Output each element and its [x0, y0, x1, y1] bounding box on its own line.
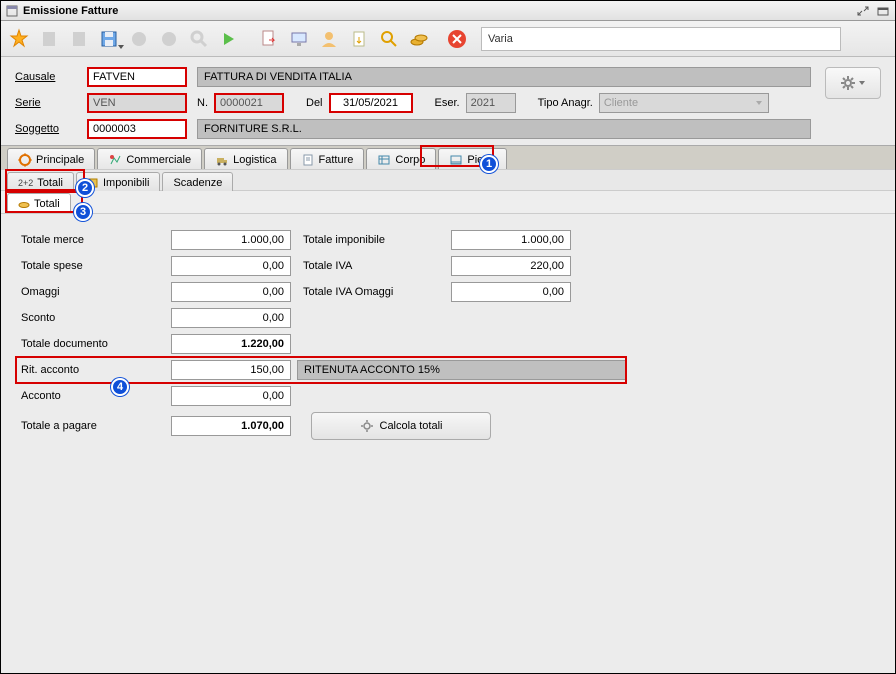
- sconto-label: Sconto: [21, 312, 171, 324]
- tab-principale[interactable]: Principale: [7, 148, 95, 170]
- tabs-main: Principale Commerciale Logistica Fatture…: [1, 145, 895, 169]
- callout-4: 4: [111, 378, 129, 396]
- soggetto-label: Soggetto: [15, 123, 87, 135]
- acconto-label: Acconto: [21, 390, 171, 402]
- tab-commerciale[interactable]: Commerciale: [97, 148, 202, 170]
- subsubtab-totali[interactable]: Totali: [7, 193, 71, 213]
- totale-merce-label: Totale merce: [21, 234, 171, 246]
- totals-panel: Totale merce 1.000,00 Totale imponibile …: [1, 213, 895, 673]
- callout-2: 2: [76, 179, 94, 197]
- totale-iva-value: 220,00: [451, 256, 571, 276]
- tb-icon-5: [125, 25, 153, 53]
- rit-acconto-desc: RITENUTA ACCONTO 15%: [297, 360, 627, 380]
- totale-imponibile-label: Totale imponibile: [291, 234, 451, 246]
- tab-corpo[interactable]: Corpo: [366, 148, 436, 170]
- callout-1: 1: [480, 155, 498, 173]
- causale-desc: FATTURA DI VENDITA ITALIA: [197, 67, 811, 87]
- causale-input[interactable]: FATVEN: [87, 67, 187, 87]
- tabs-subsub: Totali: [1, 191, 895, 213]
- totale-documento-label: Totale documento: [21, 338, 171, 350]
- gear-icon: [360, 419, 374, 433]
- totale-spese-value: 0,00: [171, 256, 291, 276]
- numero-label: N.: [197, 97, 208, 109]
- totale-pagare-label: Totale a pagare: [21, 420, 171, 432]
- numero-input[interactable]: 0000021: [214, 93, 284, 113]
- totale-spese-label: Totale spese: [21, 260, 171, 272]
- rit-acconto-value: 150,00: [171, 360, 291, 380]
- tab-fatture[interactable]: Fatture: [290, 148, 365, 170]
- serie-input[interactable]: VEN: [87, 93, 187, 113]
- close-icon[interactable]: [443, 25, 471, 53]
- window-restore-icon[interactable]: [855, 4, 871, 18]
- eser-input: 2021: [466, 93, 516, 113]
- totale-imponibile-value: 1.000,00: [451, 230, 571, 250]
- tipoanagr-select: Cliente: [599, 93, 769, 113]
- save-icon[interactable]: [95, 25, 123, 53]
- acconto-value[interactable]: 0,00: [171, 386, 291, 406]
- omaggi-value: 0,00: [171, 282, 291, 302]
- totale-pagare-value: 1.070,00: [171, 416, 291, 436]
- rit-acconto-label: Rit. acconto: [21, 364, 171, 376]
- subtab-scadenze[interactable]: Scadenze: [162, 172, 233, 192]
- doc-arrow-icon[interactable]: [345, 25, 373, 53]
- tb-icon-7: [185, 25, 213, 53]
- forward-icon[interactable]: [215, 25, 243, 53]
- titlebar: Emissione Fatture: [1, 1, 895, 21]
- totale-merce-value: 1.000,00: [171, 230, 291, 250]
- tab-logistica[interactable]: Logistica: [204, 148, 287, 170]
- window-maximize-icon[interactable]: [875, 4, 891, 18]
- user-icon[interactable]: [315, 25, 343, 53]
- coins-icon[interactable]: [405, 25, 433, 53]
- callout-3: 3: [74, 203, 92, 221]
- header-form: Causale FATVEN FATTURA DI VENDITA ITALIA…: [1, 57, 895, 145]
- serie-label: Serie: [15, 97, 87, 109]
- calcola-totali-button[interactable]: Calcola totali: [311, 412, 491, 440]
- mode-combo-value: Varia: [488, 33, 513, 45]
- totale-iva-label: Totale IVA: [291, 260, 451, 272]
- tb-icon-3: [65, 25, 93, 53]
- totale-iva-omaggi-label: Totale IVA Omaggi: [291, 286, 451, 298]
- soggetto-input[interactable]: 0000003: [87, 119, 187, 139]
- tipoanagr-label: Tipo Anagr.: [538, 97, 593, 109]
- soggetto-desc: FORNITURE S.R.L.: [197, 119, 811, 139]
- eser-label: Eser.: [435, 97, 460, 109]
- del-label: Del: [306, 97, 323, 109]
- sconto-value: 0,00: [171, 308, 291, 328]
- totale-documento-value: 1.220,00: [171, 334, 291, 354]
- totale-iva-omaggi-value: 0,00: [451, 282, 571, 302]
- options-gear-button[interactable]: [825, 67, 881, 99]
- window-menu-icon[interactable]: [5, 4, 19, 18]
- mode-combo[interactable]: Varia: [481, 27, 841, 51]
- tb-icon-2: [35, 25, 63, 53]
- wizard-star-icon[interactable]: [5, 25, 33, 53]
- tb-icon-6: [155, 25, 183, 53]
- omaggi-label: Omaggi: [21, 286, 171, 298]
- window-title: Emissione Fatture: [23, 5, 118, 17]
- tabs-sub: 2+2 Totali Imponibili Scadenze: [1, 169, 895, 191]
- del-input[interactable]: 31/05/2021: [329, 93, 413, 113]
- main-toolbar: Varia: [1, 21, 895, 57]
- search-doc-icon[interactable]: [375, 25, 403, 53]
- doc-export-icon[interactable]: [255, 25, 283, 53]
- subtab-totali-calc[interactable]: 2+2 Totali: [7, 172, 74, 192]
- doc-screen-icon[interactable]: [285, 25, 313, 53]
- causale-label: Causale: [15, 71, 87, 83]
- chevron-down-icon: [754, 98, 764, 108]
